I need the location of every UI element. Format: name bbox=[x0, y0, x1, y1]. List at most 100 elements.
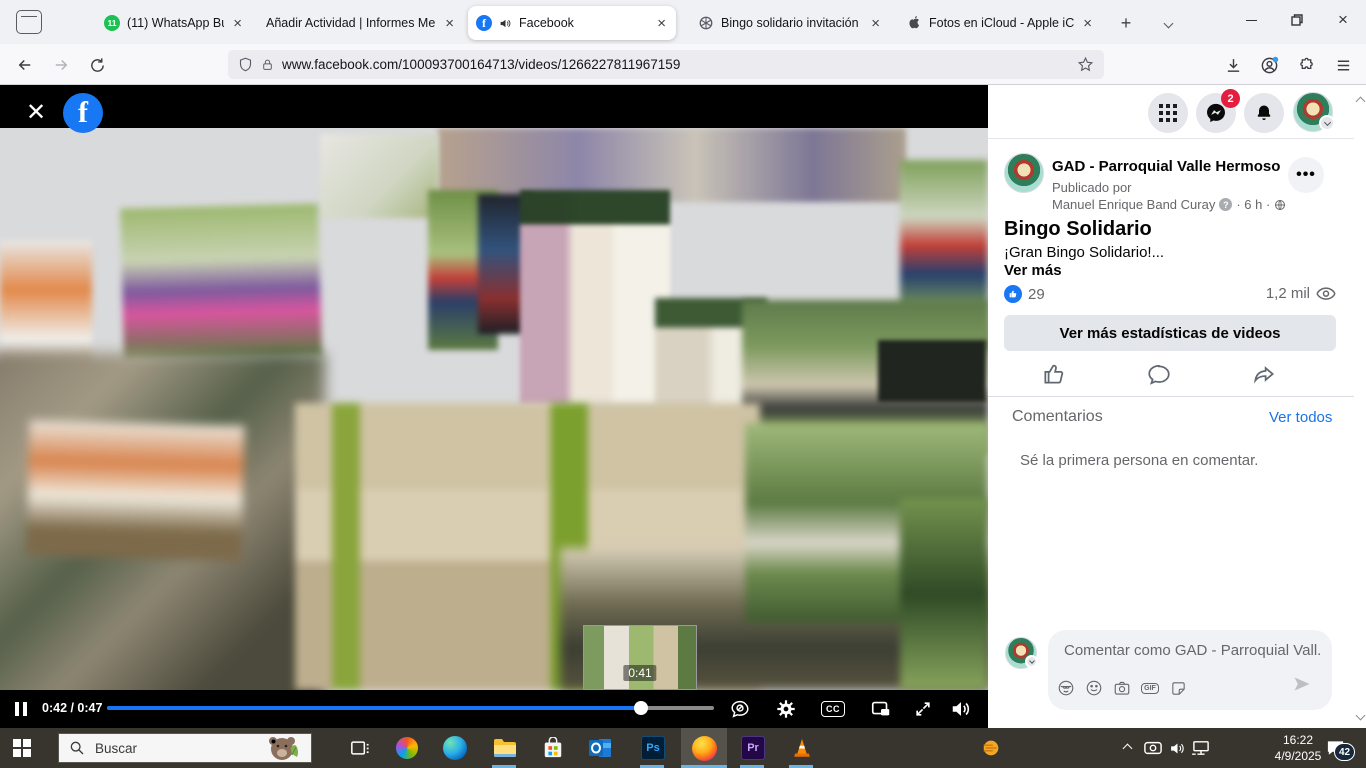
apps-grid-icon[interactable] bbox=[1148, 93, 1188, 133]
minimize-window-button[interactable] bbox=[1228, 0, 1274, 40]
page-name[interactable]: GAD - Parroquial Valle Hermoso bbox=[1052, 158, 1280, 175]
premiere-icon[interactable]: Pr bbox=[740, 735, 766, 761]
close-tab-icon[interactable]: × bbox=[231, 16, 244, 31]
see-all-comments-link[interactable]: Ver todos bbox=[1269, 409, 1332, 426]
new-tab-button[interactable]: + bbox=[1113, 10, 1139, 36]
volume-icon[interactable] bbox=[948, 696, 974, 722]
copilot-icon[interactable] bbox=[394, 735, 420, 761]
firefox-view-button[interactable] bbox=[16, 10, 42, 34]
picture-in-picture-icon[interactable] bbox=[868, 696, 894, 722]
settings-gear-icon[interactable] bbox=[773, 696, 799, 722]
help-question-icon[interactable]: ? bbox=[1219, 198, 1232, 211]
fullscreen-icon[interactable] bbox=[910, 696, 936, 722]
tab-facebook[interactable]: f Facebook × bbox=[468, 6, 676, 40]
composer-avatar-chevron-icon[interactable] bbox=[1025, 655, 1038, 668]
microsoft-store-icon[interactable] bbox=[540, 735, 566, 761]
tab-whatsapp[interactable]: 11 (11) WhatsApp Business × bbox=[96, 6, 252, 40]
notifications-bell-icon[interactable] bbox=[1244, 93, 1284, 133]
tray-volume-icon[interactable] bbox=[1164, 735, 1190, 761]
url-text[interactable]: www.facebook.com/100093700164713/videos/… bbox=[282, 57, 680, 72]
task-view-icon[interactable] bbox=[348, 735, 374, 761]
lock-icon[interactable] bbox=[261, 57, 274, 73]
video-frame[interactable] bbox=[0, 128, 988, 690]
firefox-icon[interactable] bbox=[691, 735, 717, 761]
post-more-options-button[interactable]: ••• bbox=[1288, 157, 1324, 193]
file-explorer-icon[interactable] bbox=[492, 735, 518, 761]
messenger-icon[interactable]: 2 bbox=[1196, 93, 1236, 133]
captions-button[interactable]: CC bbox=[820, 696, 846, 722]
published-by-label: Publicado por bbox=[1052, 180, 1132, 195]
comment-button[interactable] bbox=[1146, 361, 1172, 392]
whatsapp-icon: 11 bbox=[104, 15, 120, 31]
share-button[interactable] bbox=[1251, 361, 1277, 392]
page-avatar[interactable] bbox=[1004, 153, 1044, 193]
collage-photo bbox=[120, 203, 322, 360]
tab-audio-icon[interactable] bbox=[499, 17, 512, 30]
comments-disabled-icon[interactable] bbox=[727, 696, 753, 722]
facebook-logo[interactable]: f bbox=[63, 93, 103, 133]
messenger-badge: 2 bbox=[1221, 89, 1240, 108]
close-tab-icon[interactable]: × bbox=[443, 16, 456, 31]
cc-label: CC bbox=[821, 701, 845, 717]
collage-photo bbox=[878, 340, 986, 402]
network-icon[interactable] bbox=[1188, 735, 1214, 761]
tray-expand-icon[interactable] bbox=[1114, 735, 1140, 761]
post-time[interactable]: · 6 h · bbox=[1236, 197, 1270, 212]
video-seek-bar[interactable] bbox=[107, 706, 714, 710]
video-stats-button[interactable]: Ver más estadísticas de videos bbox=[1004, 315, 1336, 351]
scrollbar-down-arrow[interactable] bbox=[1354, 709, 1366, 725]
shield-icon[interactable] bbox=[238, 56, 253, 73]
account-icon[interactable] bbox=[1256, 52, 1282, 78]
address-bar[interactable]: www.facebook.com/100093700164713/videos/… bbox=[228, 50, 1104, 79]
forward-button[interactable] bbox=[48, 52, 74, 78]
send-comment-icon[interactable] bbox=[1292, 674, 1312, 694]
camera-icon[interactable] bbox=[1112, 678, 1132, 698]
pause-button[interactable] bbox=[8, 696, 34, 722]
author-name[interactable]: Manuel Enrique Band Curay bbox=[1052, 197, 1215, 212]
extensions-icon[interactable] bbox=[1293, 52, 1319, 78]
start-button[interactable] bbox=[13, 739, 31, 757]
photoshop-icon[interactable]: Ps bbox=[640, 735, 666, 761]
page-content: ✕ f 0:41 bbox=[0, 85, 1366, 728]
close-tab-icon[interactable]: × bbox=[655, 16, 668, 31]
video-seek-handle[interactable] bbox=[634, 701, 648, 715]
restore-window-button[interactable] bbox=[1274, 0, 1320, 40]
views-row: 1,2 mil bbox=[988, 285, 1336, 302]
downloads-icon[interactable] bbox=[1220, 52, 1246, 78]
close-tab-icon[interactable]: × bbox=[869, 16, 882, 31]
avatar-sticker-icon[interactable] bbox=[1056, 678, 1076, 698]
divider bbox=[988, 396, 1354, 397]
tab-icloud[interactable]: Fotos en iCloud - Apple iClou × bbox=[898, 6, 1102, 40]
tab-bingo[interactable]: Bingo solidario invitación × bbox=[690, 6, 890, 40]
tab-informes[interactable]: Añadir Actividad | Informes Mens × bbox=[258, 6, 464, 40]
seek-preview-thumbnail: 0:41 bbox=[583, 625, 697, 690]
sticker-icon[interactable] bbox=[1168, 678, 1188, 698]
apple-icon bbox=[906, 15, 922, 31]
bookmark-star-icon[interactable] bbox=[1077, 56, 1094, 73]
views-eye-icon bbox=[1316, 286, 1336, 302]
back-button[interactable] bbox=[12, 52, 38, 78]
search-placeholder: Buscar bbox=[95, 741, 137, 756]
emoji-icon[interactable] bbox=[1084, 678, 1104, 698]
screen-record-icon[interactable] bbox=[1140, 735, 1166, 761]
taskbar-search[interactable]: Buscar bbox=[58, 733, 312, 763]
close-window-button[interactable]: × bbox=[1320, 0, 1366, 40]
chevron-down-icon[interactable] bbox=[1319, 115, 1335, 131]
scrollbar-up-arrow[interactable] bbox=[1354, 93, 1366, 109]
reload-button[interactable] bbox=[84, 52, 110, 78]
notification-center-icon[interactable]: 42 bbox=[1322, 735, 1348, 761]
like-button[interactable] bbox=[1041, 361, 1067, 392]
edge-icon[interactable] bbox=[442, 735, 468, 761]
see-more-link[interactable]: Ver más bbox=[1004, 262, 1062, 279]
gif-icon[interactable]: GIF bbox=[1140, 678, 1160, 698]
vlc-icon[interactable] bbox=[789, 735, 815, 761]
close-video-icon[interactable]: ✕ bbox=[24, 101, 48, 125]
outlook-icon[interactable] bbox=[588, 735, 614, 761]
close-tab-icon[interactable]: × bbox=[1081, 16, 1094, 31]
video-player[interactable]: ✕ f 0:41 bbox=[0, 85, 988, 728]
composer-placeholder[interactable]: Comentar como GAD - Parroquial Vall... bbox=[1064, 642, 1320, 659]
comment-composer[interactable]: Comentar como GAD - Parroquial Vall... G… bbox=[1048, 630, 1332, 710]
weather-icon[interactable] bbox=[978, 735, 1004, 761]
list-all-tabs-button[interactable] bbox=[1155, 10, 1181, 36]
menu-icon[interactable] bbox=[1330, 52, 1356, 78]
